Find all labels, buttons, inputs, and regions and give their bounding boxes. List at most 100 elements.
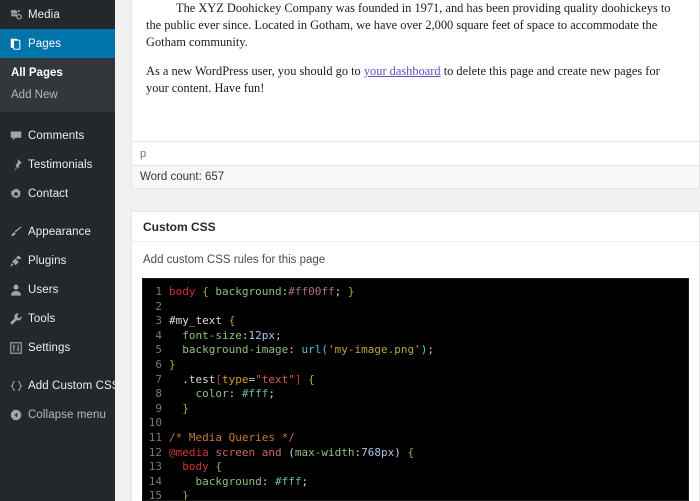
menu-separator [0,362,115,371]
code-line-number: 4 [155,328,162,342]
code-line-number: 9 [155,401,162,415]
code-token: ; [268,387,275,401]
code-line-number: 10 [148,416,162,430]
code-lines-container: 1 body { background:#ff00ff; } 2 3 #my_text … [143,279,688,501]
code-token: } [347,285,355,298]
sidebar-subitem-all-pages[interactable]: All Pages [0,62,115,84]
code-line: 12 @media screen and (max-width:768px) { [143,446,688,461]
sidebar-item-plugins[interactable]: Plugins [0,246,115,275]
code-line-number: 15 [148,489,162,501]
dashboard-link[interactable]: your dashboard [364,64,441,78]
code-token: ] [294,372,302,386]
code-token: .test [182,372,216,386]
custom-css-panel: Custom CSS Add custom CSS rules for this… [131,211,700,501]
code-token: 'my-image.png' [327,343,421,357]
word-count-label: Word count: 657 [140,171,225,183]
sidebar-item-label: Users [28,283,59,296]
sidebar-item-pages[interactable]: Pages [0,29,115,58]
sliders-icon [9,341,28,355]
code-token: { [228,314,236,328]
code-token: : [288,343,302,357]
code-line-text: /* Media Queries */ [169,431,688,446]
sidebar-item-label: Appearance [28,225,92,238]
sidebar-item-media[interactable]: Media [0,0,115,29]
code-line-text: @media screen and (max-width:768px) { [169,446,688,461]
code-token: #ff00ff [288,285,335,298]
sidebar-item-label: Tools [28,312,56,325]
pages-icon [9,37,28,51]
sidebar-subitem-add-new[interactable]: Add New [0,84,115,106]
editor-paragraph-1: The XYZ Doohickey Company was founded in… [146,1,671,49]
code-token: } [169,357,176,371]
code-line-number: 2 [155,299,162,313]
code-line-text: body { [169,460,688,475]
pushpin-icon [9,158,28,172]
code-token: 12px [248,328,275,342]
post-editor-card: The XYZ Doohickey Company was founded in… [131,0,700,189]
code-line-number: 1 [155,285,162,298]
code-line: 1 body { background:#ff00ff; } [143,285,688,300]
sidebar-item-settings[interactable]: Settings [0,333,115,362]
code-line: 7 .test[type="text"] { [143,373,688,388]
visual-editor-body[interactable]: The XYZ Doohickey Company was founded in… [132,0,699,141]
code-line-number: 14 [148,474,162,488]
code-line-text: body { background:#ff00ff; } [169,285,688,300]
code-line: 4 font-size:12px; [143,329,688,344]
user-icon [9,283,28,297]
sidebar-item-testimonials[interactable]: Testimonials [0,150,115,179]
element-path-bar[interactable]: p [132,141,699,165]
code-token: ; [274,328,282,342]
code-line-number: 13 [148,460,162,474]
pages-submenu: All Pages Add New [0,58,115,112]
element-path-value: p [140,147,147,160]
code-line-text: background: #fff; [169,475,688,490]
sidebar-item-add-custom-css[interactable]: Add Custom CSS [0,371,119,400]
code-token: /* Media Queries */ [169,430,295,444]
sidebar-item-users[interactable]: Users [0,275,115,304]
code-token: { [202,285,209,298]
wrench-icon [9,312,28,326]
code-token: ) [394,445,408,459]
code-line-text: color: #fff; [169,387,688,402]
sidebar-item-tools[interactable]: Tools [0,304,115,333]
custom-css-description: Add custom CSS rules for this page [143,254,326,266]
code-token: } [182,489,189,501]
code-token: #fff [274,474,302,488]
sidebar-item-collapse-menu[interactable]: Collapse menu [0,400,115,429]
menu-separator [0,208,115,217]
code-line-text: } [169,489,688,501]
code-token: color [195,387,229,401]
sidebar-item-label: Contact [28,187,69,200]
code-line-text: #my_text { [169,314,688,329]
code-token: : [261,474,275,488]
code-token: 768px [361,445,395,459]
sidebar-item-contact[interactable]: Contact [0,179,115,208]
custom-css-panel-title: Custom CSS [132,212,699,242]
code-token: { [407,445,415,459]
editor-paragraph-2: As a new WordPress user, you should go t… [146,63,685,97]
code-line-text: .test[type="text"] { [169,373,688,388]
sidebar-item-label: Collapse menu [28,408,107,421]
code-token: font-size [182,328,242,342]
code-line: 13 body { [143,460,688,475]
code-token: } [182,401,189,415]
code-token: body [169,285,196,298]
code-line: 8 color: #fff; [143,387,688,402]
code-line-number: 11 [148,430,162,444]
code-line-text: } [169,358,688,373]
custom-css-code-editor[interactable]: 1 body { background:#ff00ff; } 2 3 #my_text … [142,278,689,501]
code-token: screen and [215,445,282,459]
code-line: 15 } [143,489,688,501]
sidebar-item-comments[interactable]: Comments [0,121,115,150]
code-token: "text" [255,372,295,386]
sidebar-item-label: Comments [28,129,85,142]
sidebar-item-appearance[interactable]: Appearance [0,217,115,246]
